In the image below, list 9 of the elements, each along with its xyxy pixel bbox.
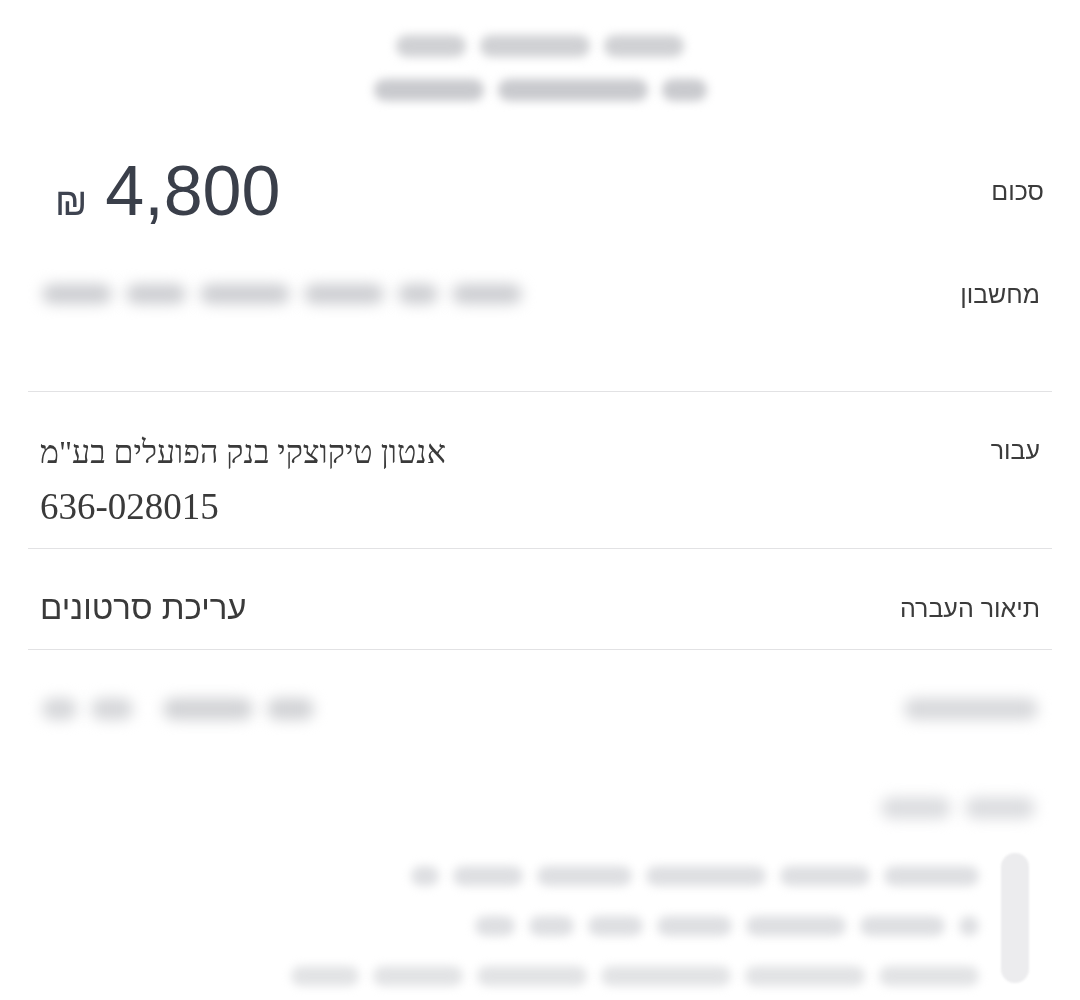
amount-value: 4,800 [105, 154, 281, 228]
currency-symbol: ₪ [55, 180, 88, 224]
recipient-text: אנטון טיקוצקי בנק הפועלים בע"מ [40, 433, 446, 472]
field-label: עבור [990, 435, 1040, 466]
field-label: סכום [991, 176, 1044, 207]
recipient-text: 636-028015 [40, 485, 219, 529]
field-label: מחשבון [960, 279, 1040, 310]
description-text: עריכת סרטונים [40, 588, 247, 628]
field-label: תיאור העברה [899, 593, 1040, 624]
